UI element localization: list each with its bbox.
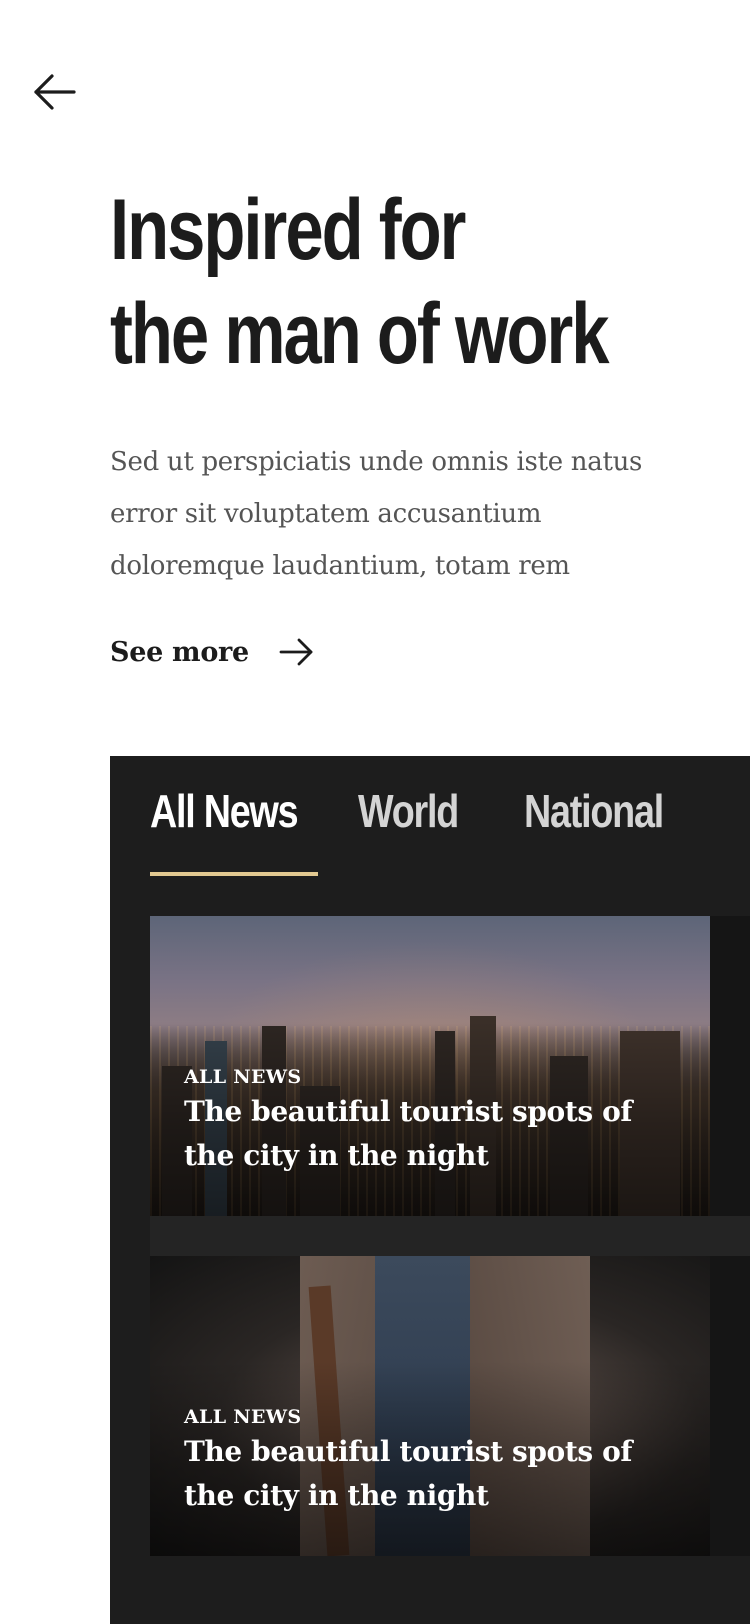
news-card[interactable]: ALL NEWS The beautiful tourist spots of … [150,916,710,1216]
card-title: The beautiful tourist spots of the city … [184,1095,632,1172]
hero-description: Sed ut perspiciatis unde omnis iste natu… [110,447,643,581]
card-edge-strip [710,1256,750,1556]
arrow-left-icon [34,74,76,110]
card-edge-strip [710,916,750,1216]
tab-world[interactable]: World [358,784,459,838]
card-category: ALL NEWS [184,1406,302,1428]
hero-title: Inspired for the man of work [110,178,610,386]
card-title: The beautiful tourist spots of the city … [184,1435,632,1512]
see-more-link[interactable]: See more [110,636,315,668]
active-tab-indicator [150,872,318,876]
hero-title-line-1: Inspired for [110,182,466,278]
tab-all-news[interactable]: All News [150,784,299,838]
news-card[interactable]: ALL NEWS The beautiful tourist spots of … [150,1256,710,1556]
hero-title-line-2: the man of work [110,286,610,382]
arrow-right-icon [279,638,313,666]
news-panel: All News World National ALL NEWS The bea… [110,756,750,1624]
tab-national[interactable]: National [524,784,664,838]
card-category: ALL NEWS [184,1066,302,1088]
card-divider [150,1216,750,1256]
back-button[interactable] [30,68,84,118]
see-more-label: See more [110,636,249,668]
